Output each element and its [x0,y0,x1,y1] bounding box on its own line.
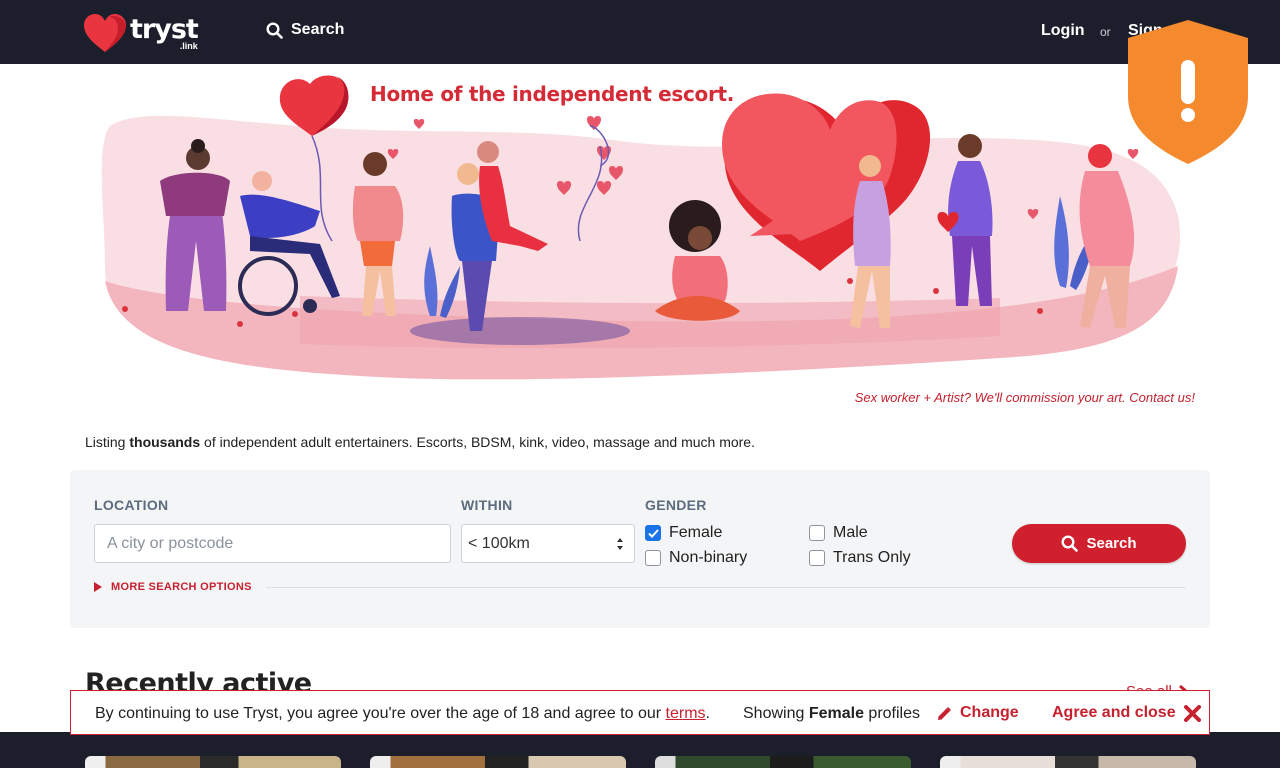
caret-right-icon [94,582,102,592]
female-label: Female [669,524,723,541]
search-panel: LOCATION WITHIN < 100km GENDER Female Ma… [70,470,1210,628]
trans-checkbox[interactable] [809,550,825,566]
commission-art-link[interactable]: Sex worker + Artist? We'll commission yo… [855,390,1195,405]
agree-label: Agree and close [1052,704,1176,721]
pencil-icon [938,706,951,720]
profile-card[interactable] [655,756,911,768]
nav-search-link[interactable]: Search [266,21,344,39]
search-icon [1061,535,1079,552]
listing-bold: thousands [129,434,201,450]
more-search-options-label: MORE SEARCH OPTIONS [111,581,252,593]
gender-label: GENDER [645,497,707,513]
terms-link[interactable]: terms [666,705,706,722]
checkmark-icon [647,528,659,538]
location-label: LOCATION [94,497,169,513]
search-icon [266,21,283,39]
within-select[interactable]: < 100km [461,524,635,563]
trans-label: Trans Only [833,549,911,566]
nav-search-label: Search [291,21,345,38]
or-separator: or [1100,25,1111,39]
hero-illustration [101,75,1181,380]
male-checkbox[interactable] [809,525,825,541]
profile-card[interactable] [370,756,626,768]
gender-male-option[interactable]: Male [809,524,868,542]
listing-summary: Listing thousands of independent adult e… [85,434,755,450]
nonbinary-checkbox[interactable] [645,550,661,566]
hero-title: Home of the independent escort. [370,82,735,106]
consent-text: By continuing to use Tryst, you agree yo… [95,705,710,722]
age-consent-banner: By continuing to use Tryst, you agree yo… [70,690,1210,735]
profile-card[interactable] [85,756,341,768]
profile-card[interactable] [940,756,1196,768]
within-label: WITHIN [461,497,513,513]
change-label: Change [960,704,1019,721]
showing-profiles-text: Showing Female profiles [743,705,920,722]
change-gender-button[interactable]: Change [937,704,1019,722]
search-button-label: Search [1086,535,1137,552]
gender-trans-option[interactable]: Trans Only [809,549,911,567]
heart-logo-icon [84,14,126,52]
nonbinary-label: Non-binary [669,549,748,566]
select-arrows-icon [617,538,623,550]
male-label: Male [833,524,868,541]
search-button[interactable]: Search [1012,524,1186,563]
divider [266,587,1186,588]
brand-logo[interactable]: tryst .link [84,14,199,54]
gender-female-option[interactable]: Female [645,524,722,542]
agree-and-close-button[interactable]: Agree and close [1052,704,1201,722]
top-navbar: tryst .link Search Login or Sign up [0,0,1280,64]
more-search-options-toggle[interactable]: MORE SEARCH OPTIONS [94,581,252,593]
shield-alert-icon[interactable] [1126,18,1250,166]
female-checkbox[interactable] [645,525,661,541]
close-x-icon [1183,704,1201,722]
logo-subtext: .link [179,41,198,51]
gender-nonbinary-option[interactable]: Non-binary [645,549,747,567]
within-value: < 100km [468,535,530,552]
showing-gender: Female [808,705,864,722]
location-input[interactable] [94,524,451,563]
login-link[interactable]: Login [1041,22,1085,40]
